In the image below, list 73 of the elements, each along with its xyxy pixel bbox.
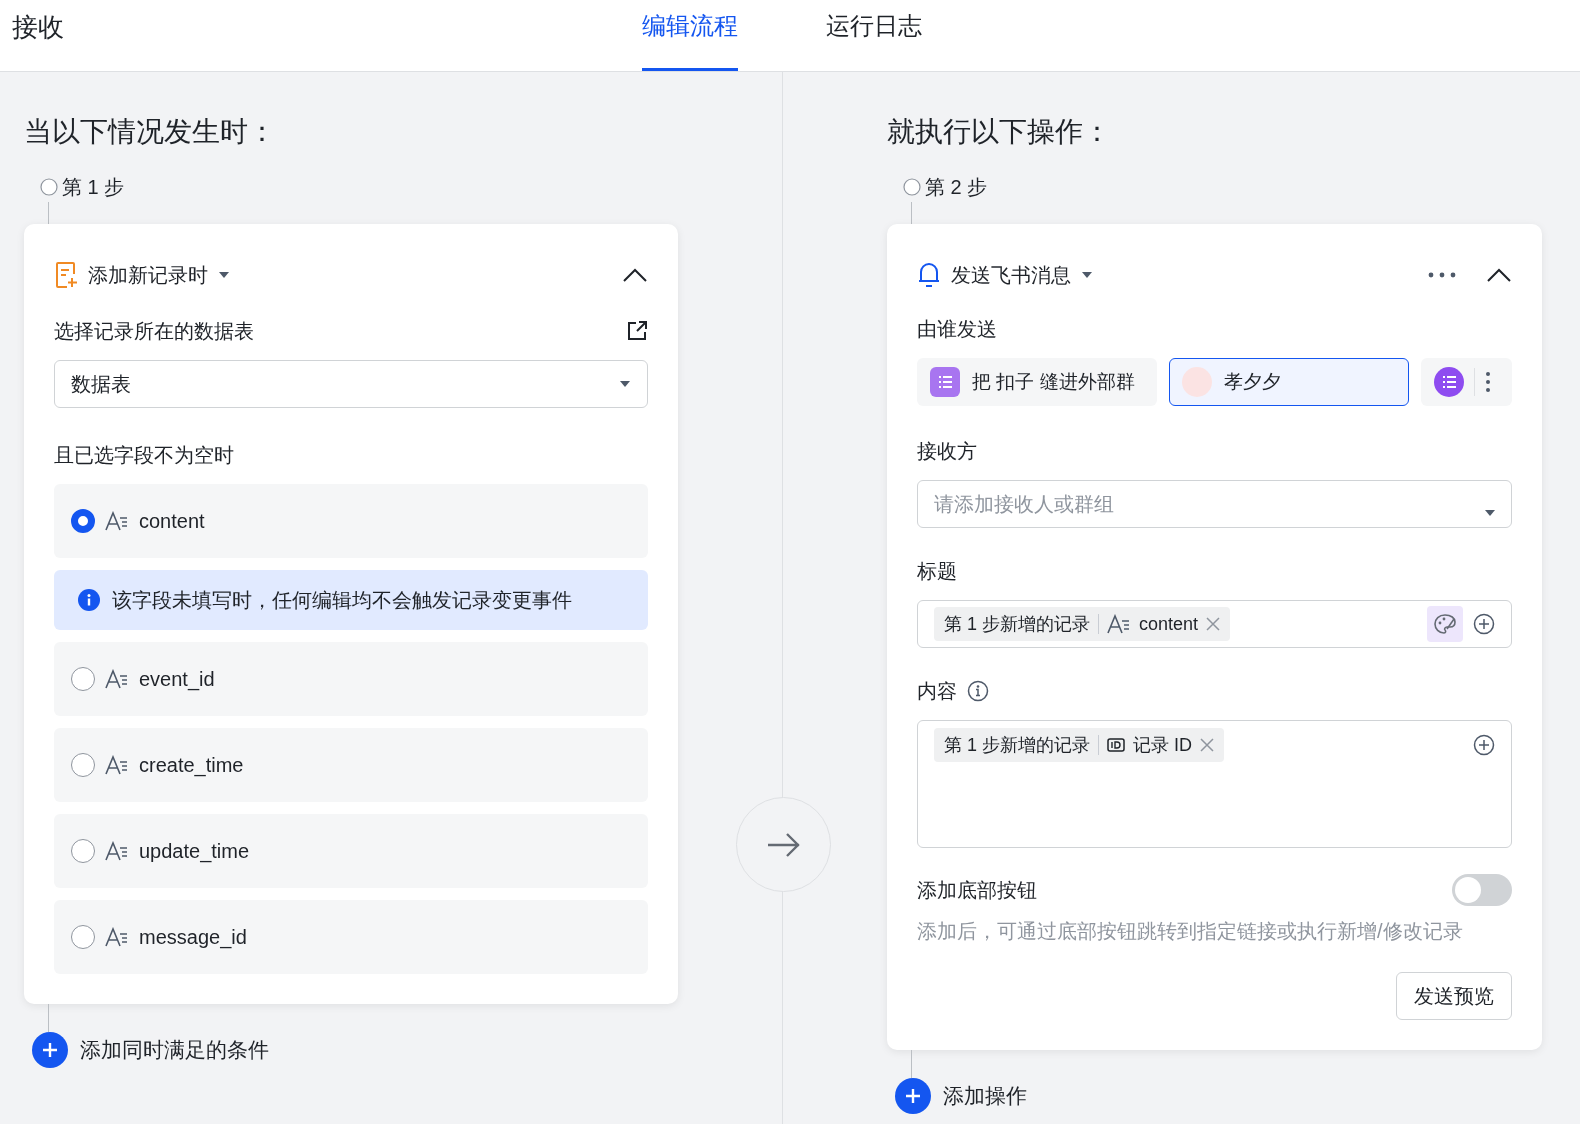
add-button[interactable]: 添加同时满足的条件 xyxy=(32,1032,269,1068)
tab[interactable]: 编辑流程 xyxy=(642,0,738,71)
add-button[interactable]: 添加操作 xyxy=(895,1078,1027,1114)
info-icon xyxy=(967,680,989,702)
plus-icon xyxy=(41,1041,59,1059)
field-label: 内容 xyxy=(917,679,957,704)
more-icon xyxy=(1428,272,1456,278)
radio-button[interactable] xyxy=(71,925,95,949)
variable-tag[interactable]: 第 1 步新增的记录 记录 ID xyxy=(934,728,1225,762)
info-icon xyxy=(78,589,100,611)
style-palette-icon[interactable] xyxy=(1427,606,1463,642)
radio-button[interactable] xyxy=(71,753,95,777)
tab[interactable]: 运行日志 xyxy=(826,0,922,71)
content-field[interactable]: 第 1 步新增的记录 记录 ID xyxy=(917,720,1512,848)
toggle-switch[interactable] xyxy=(1452,874,1512,906)
radio-button[interactable] xyxy=(71,667,95,691)
close-icon xyxy=(1200,738,1215,752)
help-text: 添加后，可通过底部按钮跳转到指定链接或执行新增/修改记录 xyxy=(917,919,1464,944)
bot-avatar-icon xyxy=(930,367,960,397)
page-title: 接收 xyxy=(12,11,64,44)
field-option[interactable]: message_id xyxy=(54,900,648,974)
field-option[interactable]: event_id xyxy=(54,642,648,716)
section-heading: 就执行以下操作： xyxy=(887,115,1112,149)
send-preview-button[interactable]: 发送预览 xyxy=(1396,972,1512,1020)
table-select[interactable]: 数据表 xyxy=(54,360,648,408)
field-label: 接收方 xyxy=(917,439,978,464)
record-add-icon xyxy=(54,261,78,289)
toggle-label: 添加底部按钮 xyxy=(917,878,1037,903)
action-title: 发送飞书消息 xyxy=(951,263,1071,288)
sender-option[interactable] xyxy=(1421,358,1512,406)
collapse-icon xyxy=(1486,267,1512,283)
field-option[interactable]: update_time xyxy=(54,814,648,888)
caret-icon xyxy=(218,271,230,279)
text-field-icon xyxy=(105,511,129,531)
title-field[interactable]: 第 1 步新增的记录 content xyxy=(917,600,1512,648)
more-vertical-icon xyxy=(1485,371,1491,393)
open-external-icon xyxy=(626,320,648,342)
add-icon xyxy=(1473,613,1495,635)
radio-button[interactable] xyxy=(71,839,95,863)
bell-icon xyxy=(917,261,941,289)
plus-icon xyxy=(904,1087,922,1105)
caret-icon xyxy=(1484,509,1496,517)
variable-tag[interactable]: 第 1 步新增的记录 content xyxy=(934,607,1231,641)
radio-button[interactable] xyxy=(71,509,95,533)
text-field-icon xyxy=(1107,614,1131,634)
step-label: 第 2 步 xyxy=(925,175,988,200)
step-dot-icon xyxy=(903,178,921,196)
user-avatar xyxy=(1182,367,1212,397)
sender-option[interactable]: 把 扣子 缝进外部群 xyxy=(917,358,1157,406)
add-icon xyxy=(1473,734,1495,756)
close-icon xyxy=(1206,617,1221,631)
text-field-icon xyxy=(105,755,129,775)
field-label: 标题 xyxy=(917,559,958,584)
receiver-select[interactable]: 请添加接收人或群组 xyxy=(917,480,1512,528)
bot-avatar-icon xyxy=(1434,367,1464,397)
caret-icon xyxy=(1081,271,1093,279)
step-dot-icon xyxy=(40,178,58,196)
info-notice: 该字段未填写时，任何编辑均不会触发记录变更事件 xyxy=(54,570,648,630)
field-label: 且已选字段不为空时 xyxy=(54,443,235,468)
id-field-icon xyxy=(1107,738,1125,752)
field-label: 由谁发送 xyxy=(917,317,998,342)
text-field-icon xyxy=(105,927,129,947)
caret-icon xyxy=(619,380,631,388)
field-label: 选择记录所在的数据表 xyxy=(54,319,254,344)
field-option[interactable]: content xyxy=(54,484,648,558)
field-option[interactable]: create_time xyxy=(54,728,648,802)
section-heading: 当以下情况发生时： xyxy=(24,115,277,149)
collapse-icon xyxy=(622,267,648,283)
trigger-title: 添加新记录时 xyxy=(88,263,208,288)
sender-option[interactable]: 孝夕夕 xyxy=(1169,358,1409,406)
text-field-icon xyxy=(105,669,129,689)
text-field-icon xyxy=(105,841,129,861)
step-label: 第 1 步 xyxy=(62,175,125,200)
